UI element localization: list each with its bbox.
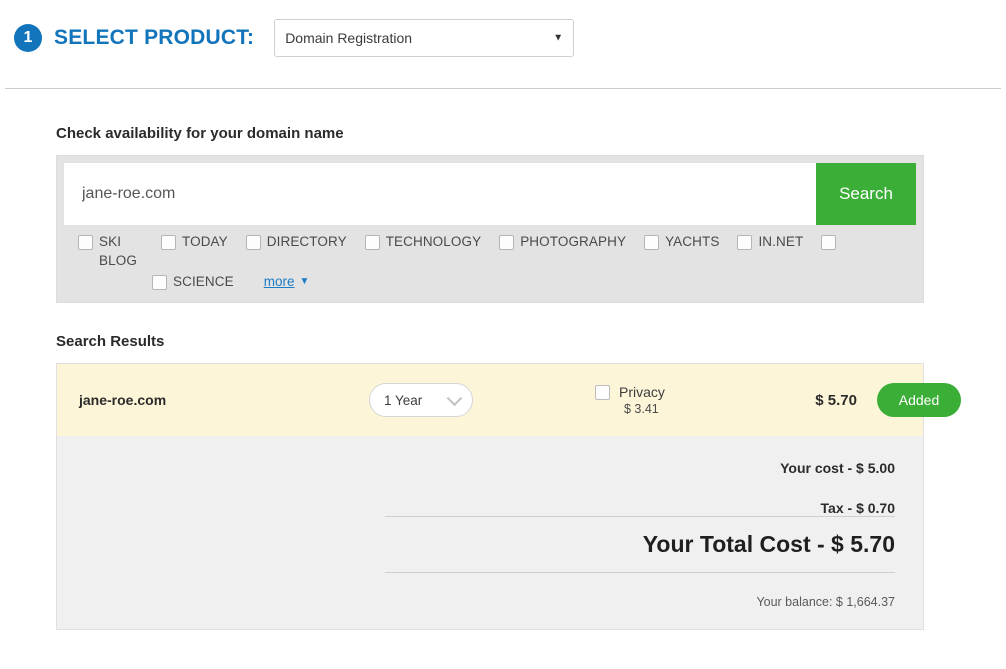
tld-label: TECHNOLOGY bbox=[385, 234, 482, 249]
tld-checkbox-photography[interactable]: PHOTOGRAPHY bbox=[499, 232, 626, 251]
results-heading: Search Results bbox=[56, 333, 165, 350]
chevron-down-icon: ▼ bbox=[299, 276, 310, 287]
added-button[interactable]: Added bbox=[877, 383, 961, 417]
more-link-label[interactable]: more bbox=[264, 272, 295, 291]
checkbox-icon[interactable] bbox=[821, 235, 837, 250]
header-divider bbox=[5, 88, 1001, 89]
search-button[interactable]: Search bbox=[816, 163, 916, 225]
registration-term-select[interactable]: 1 Year bbox=[369, 383, 473, 417]
checkbox-icon[interactable] bbox=[152, 275, 167, 290]
tld-label: PHOTOGRAPHY bbox=[520, 234, 627, 249]
result-domain-name: jane-roe.com bbox=[79, 392, 167, 408]
summary-tax: Tax - $ 0.70 bbox=[820, 500, 895, 516]
checkbox-icon[interactable] bbox=[499, 235, 515, 250]
cost-summary-panel: Your cost - $ 5.00 Tax - $ 0.70 Your Tot… bbox=[57, 436, 923, 629]
tld-label: YACHTS bbox=[665, 234, 720, 249]
checkbox-icon[interactable] bbox=[78, 235, 93, 250]
term-select-wrapper: 1 Year bbox=[369, 383, 473, 417]
search-input[interactable] bbox=[64, 163, 816, 225]
privacy-checkbox-icon[interactable] bbox=[595, 384, 610, 400]
tld-checkbox-ski-blog[interactable]: SKI BLOG bbox=[78, 232, 143, 270]
tld-label: DIRECTORY bbox=[266, 234, 347, 249]
summary-your-cost: Your cost - $ 5.00 bbox=[780, 460, 895, 476]
step-header: 1 SELECT PRODUCT: Domain Registration ▼ bbox=[0, 0, 1006, 57]
summary-divider-bottom bbox=[385, 572, 895, 573]
checkbox-icon[interactable] bbox=[364, 235, 380, 250]
tld-label: SKI BLOG bbox=[99, 234, 137, 268]
table-row: jane-roe.com 1 Year Privacy $ 3.41 $ 5.7… bbox=[57, 364, 961, 436]
search-row: Search bbox=[64, 163, 916, 225]
tld-checkbox-row: SKI BLOG TODAY DIRECTORY TECHNOLOGY PHOT… bbox=[64, 225, 916, 295]
privacy-checkbox-row[interactable]: Privacy bbox=[581, 384, 771, 400]
summary-total-cost: Your Total Cost - $ 5.70 bbox=[642, 531, 895, 557]
step-number-badge: 1 bbox=[14, 24, 42, 52]
search-results-section: Search Results jane-roe.com 1 Year Priva… bbox=[56, 333, 961, 630]
checkbox-icon[interactable] bbox=[737, 235, 753, 250]
product-select-wrapper: Domain Registration ▼ bbox=[274, 19, 575, 57]
more-tlds-toggle[interactable]: more ▼ bbox=[264, 272, 310, 291]
page-title: SELECT PRODUCT: bbox=[54, 26, 255, 49]
checkbox-icon[interactable] bbox=[245, 235, 261, 250]
tld-label: SCIENCE bbox=[173, 274, 234, 289]
privacy-label: Privacy bbox=[619, 384, 665, 400]
search-heading: Check availability for your domain name bbox=[56, 125, 344, 142]
tld-checkbox-science[interactable]: SCIENCE bbox=[152, 272, 234, 291]
privacy-option-block: Privacy $ 3.41 bbox=[581, 384, 771, 416]
tld-label: IN.NET bbox=[758, 234, 804, 249]
checkbox-icon[interactable] bbox=[644, 235, 660, 250]
result-price: $ 5.70 bbox=[815, 391, 857, 409]
tld-checkbox-extra[interactable] bbox=[821, 232, 842, 250]
privacy-price: $ 3.41 bbox=[624, 402, 659, 416]
tld-label: TODAY bbox=[182, 234, 228, 249]
domain-search-panel: Search SKI BLOG TODAY DIRECTORY TECHNOLO… bbox=[56, 155, 924, 303]
result-card: jane-roe.com 1 Year Privacy $ 3.41 $ 5.7… bbox=[56, 363, 961, 630]
summary-balance: Your balance: $ 1,664.37 bbox=[756, 595, 895, 609]
tld-checkbox-in-net[interactable]: IN.NET bbox=[737, 232, 803, 251]
product-select[interactable]: Domain Registration bbox=[274, 19, 575, 57]
tld-checkbox-yachts[interactable]: YACHTS bbox=[644, 232, 719, 251]
tld-checkbox-directory[interactable]: DIRECTORY bbox=[245, 232, 347, 251]
tld-checkbox-technology[interactable]: TECHNOLOGY bbox=[364, 232, 482, 251]
checkbox-icon[interactable] bbox=[161, 235, 176, 250]
tld-checkbox-today[interactable]: TODAY bbox=[161, 232, 228, 251]
main-content: Check availability for your domain name … bbox=[0, 125, 961, 630]
